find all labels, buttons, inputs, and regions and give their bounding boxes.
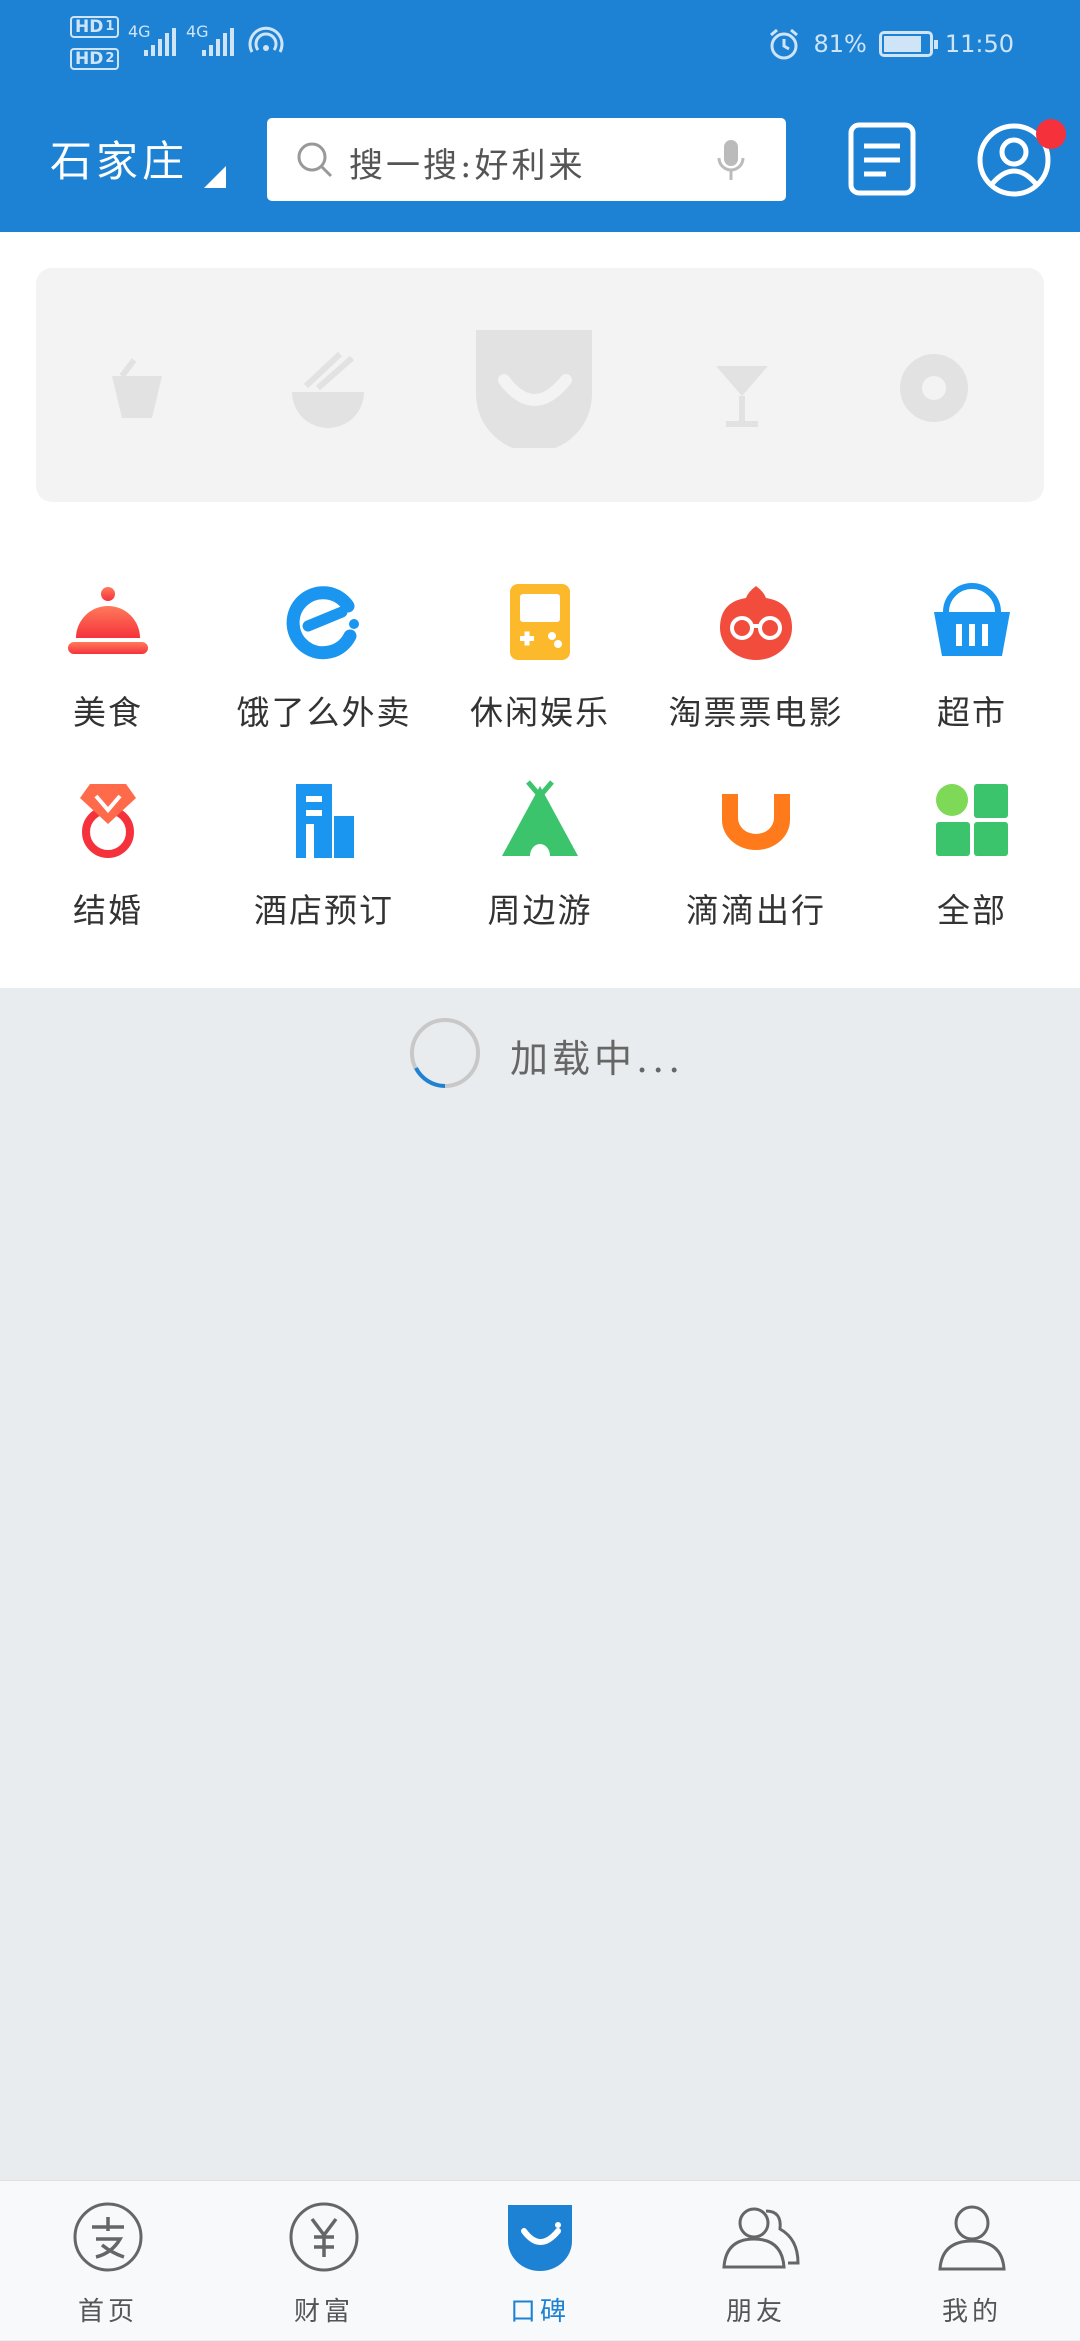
category-didi[interactable]: 滴滴出行 [648, 780, 864, 970]
search-placeholder: 搜一搜:好利来 [349, 146, 586, 186]
status-right: 81% 11:50 [767, 24, 1014, 64]
top-header: HD 1 HD 2 4G 4G 81% 11:50 石家庄 搜一搜:好利来 [0, 0, 1080, 232]
loading-text: 加载中... [510, 1037, 685, 1081]
category-all[interactable]: 全部 [864, 780, 1080, 970]
hotspot-icon [248, 26, 284, 53]
drink-placeholder-icon [716, 366, 768, 427]
category-all-label: 全部 [937, 891, 1007, 930]
tab-wealth[interactable]: 财富 [216, 2181, 432, 2341]
category-nearby-travel[interactable]: 周边游 [432, 780, 648, 970]
loading-indicator: 加载中... [0, 1016, 1080, 1096]
category-wedding-label: 结婚 [73, 891, 143, 930]
friends-icon [722, 2207, 800, 2269]
notification-badge [1036, 119, 1066, 149]
food-cloche-icon [68, 587, 148, 654]
category-entertainment[interactable]: 休闲娱乐 [432, 582, 648, 772]
bottom-tab-bar: 首页 财富 口碑 朋友 我的 [0, 2180, 1080, 2340]
battery-icon [878, 31, 938, 57]
main-content: 美食 饿了么外卖 休闲娱乐 淘票票电影 超市 结婚 酒店预订 周边游 滴滴出行 … [0, 232, 1080, 988]
sim2-badge: HD 2 [70, 48, 120, 70]
search-icon [297, 142, 333, 178]
clock: 11:50 [944, 30, 1014, 58]
koubei-placeholder-icon [476, 330, 592, 448]
category-hotel[interactable]: 酒店预订 [216, 780, 432, 970]
taopiaopiao-icon [720, 586, 792, 660]
food-placeholder-icon [292, 351, 364, 428]
tab-friends-label: 朋友 [725, 2297, 786, 2327]
tab-friends[interactable]: 朋友 [648, 2181, 864, 2341]
tab-koubei-label: 口碑 [509, 2297, 570, 2327]
sim1-badge: HD 1 [70, 16, 120, 38]
microphone-icon[interactable] [716, 138, 746, 182]
category-eleme-label: 饿了么外卖 [236, 693, 412, 732]
yuan-icon [289, 2202, 359, 2272]
tab-home-label: 首页 [77, 2297, 138, 2327]
ring-icon [80, 784, 136, 858]
category-didi-label: 滴滴出行 [686, 891, 826, 930]
category-hotel-label: 酒店预订 [254, 891, 394, 930]
search-bar[interactable]: 搜一搜:好利来 [267, 118, 786, 201]
person-icon [938, 2205, 1006, 2271]
category-entertainment-label: 休闲娱乐 [470, 693, 610, 732]
tab-home[interactable]: 首页 [0, 2181, 216, 2341]
bill-list-button[interactable] [848, 120, 916, 198]
banner-placeholder[interactable] [36, 268, 1044, 502]
tab-koubei[interactable]: 口碑 [432, 2181, 648, 2341]
alarm-icon [770, 28, 799, 60]
category-supermarket[interactable]: 超市 [864, 582, 1080, 772]
category-nearby-travel-label: 周边游 [487, 891, 593, 930]
signal-strength-2-icon [202, 28, 234, 56]
battery-percent: 81% [813, 30, 867, 58]
koubei-icon [508, 2205, 572, 2271]
tab-mine[interactable]: 我的 [864, 2181, 1080, 2341]
category-wedding[interactable]: 结婚 [0, 780, 216, 970]
status-bar: HD 1 HD 2 4G 4G 81% 11:50 [0, 0, 1080, 90]
category-movie-label: 淘票票电影 [668, 693, 844, 732]
city-dropdown-icon[interactable] [204, 166, 226, 188]
alipay-home-icon [73, 2202, 143, 2272]
grid-icon [936, 784, 1008, 856]
loading-spinner-icon [410, 1018, 480, 1088]
category-supermarket-label: 超市 [937, 693, 1007, 732]
tab-mine-label: 我的 [941, 2297, 1002, 2327]
category-food-label: 美食 [73, 693, 143, 732]
category-eleme[interactable]: 饿了么外卖 [216, 582, 432, 772]
tab-wealth-label: 财富 [293, 2297, 354, 2327]
category-food[interactable]: 美食 [0, 582, 216, 772]
hotel-icon [296, 784, 354, 858]
eleme-icon [286, 586, 359, 660]
didi-icon [722, 794, 790, 850]
film-placeholder-icon [900, 354, 968, 422]
basket-icon [934, 583, 1010, 656]
battery-fill [883, 36, 922, 52]
city-selector[interactable]: 石家庄 [50, 128, 188, 189]
category-movie[interactable]: 淘票票电影 [648, 582, 864, 772]
signal-strength-icon [144, 28, 176, 56]
gameboy-icon [510, 584, 570, 660]
basket-placeholder-icon [112, 358, 162, 418]
tent-icon [502, 780, 578, 856]
